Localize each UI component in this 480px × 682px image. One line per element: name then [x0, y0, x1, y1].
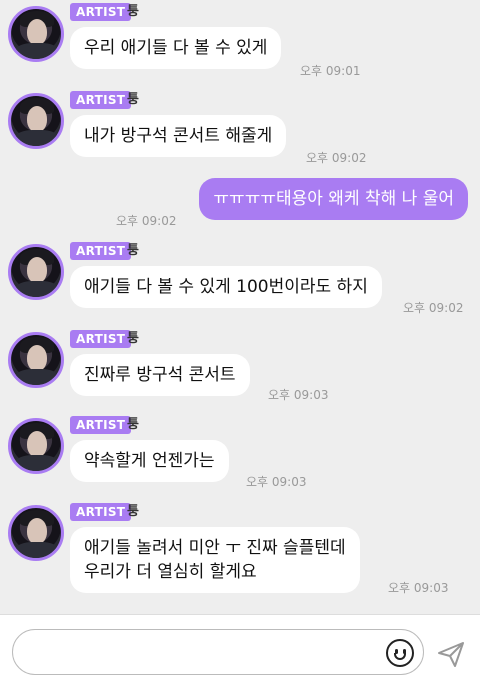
artist-badge: ARTIST	[70, 242, 132, 260]
artist-badge: ARTIST	[70, 3, 132, 21]
artist-badge: ARTIST	[70, 330, 132, 348]
artist-avatar[interactable]	[8, 244, 64, 300]
artist-badge: ARTIST	[70, 91, 132, 109]
message-input[interactable]	[12, 629, 424, 675]
message-bubble[interactable]: 내가 방구석 콘서트 해줄게	[70, 115, 287, 157]
message-bubble[interactable]: 애기들 놀려서 미안 ㅜ 진짜 슬플텐데 우리가 더 열심히 할게요	[70, 527, 360, 593]
paper-plane-icon[interactable]	[436, 639, 466, 669]
sender-name: 퉁	[127, 417, 139, 432]
sender-name: 퉁	[127, 243, 139, 258]
message-bubble[interactable]: 진짜루 방구석 콘서트	[70, 354, 250, 396]
message-time: 오후 09:02	[306, 151, 367, 165]
message-bubble[interactable]: 애기들 다 볼 수 있게 100번이라도 하지	[70, 266, 382, 308]
sender-name: 퉁	[127, 92, 139, 107]
sender-name: 퉁	[127, 4, 139, 19]
message-time: 오후 09:03	[268, 388, 329, 402]
artist-avatar[interactable]	[8, 93, 64, 149]
message-time: 오후 09:02	[403, 301, 464, 315]
artist-avatar[interactable]	[8, 6, 64, 62]
message-bubble[interactable]: 우리 애기들 다 볼 수 있게	[70, 27, 282, 69]
message-time: 오후 09:02	[116, 214, 177, 228]
outgoing-message-bubble[interactable]: ㅠㅠㅠㅠ태용아 왜케 착해 나 울어	[199, 178, 468, 220]
artist-avatar[interactable]	[8, 505, 64, 561]
sender-name: 퉁	[127, 331, 139, 346]
artist-badge: ARTIST	[70, 416, 132, 434]
message-input-bar	[0, 614, 480, 682]
artist-badge: ARTIST	[70, 503, 132, 521]
chat-area: ARTIST 퉁 우리 애기들 다 볼 수 있게 오후 09:01 ARTIST…	[0, 0, 480, 614]
artist-avatar[interactable]	[8, 332, 64, 388]
sender-name: 퉁	[127, 504, 139, 519]
message-time: 오후 09:03	[246, 475, 307, 489]
artist-avatar[interactable]	[8, 418, 64, 474]
message-time: 오후 09:03	[388, 581, 449, 595]
message-time: 오후 09:01	[300, 64, 361, 78]
message-bubble[interactable]: 약속할게 언젠가는	[70, 440, 229, 482]
smiley-icon[interactable]	[386, 639, 414, 667]
